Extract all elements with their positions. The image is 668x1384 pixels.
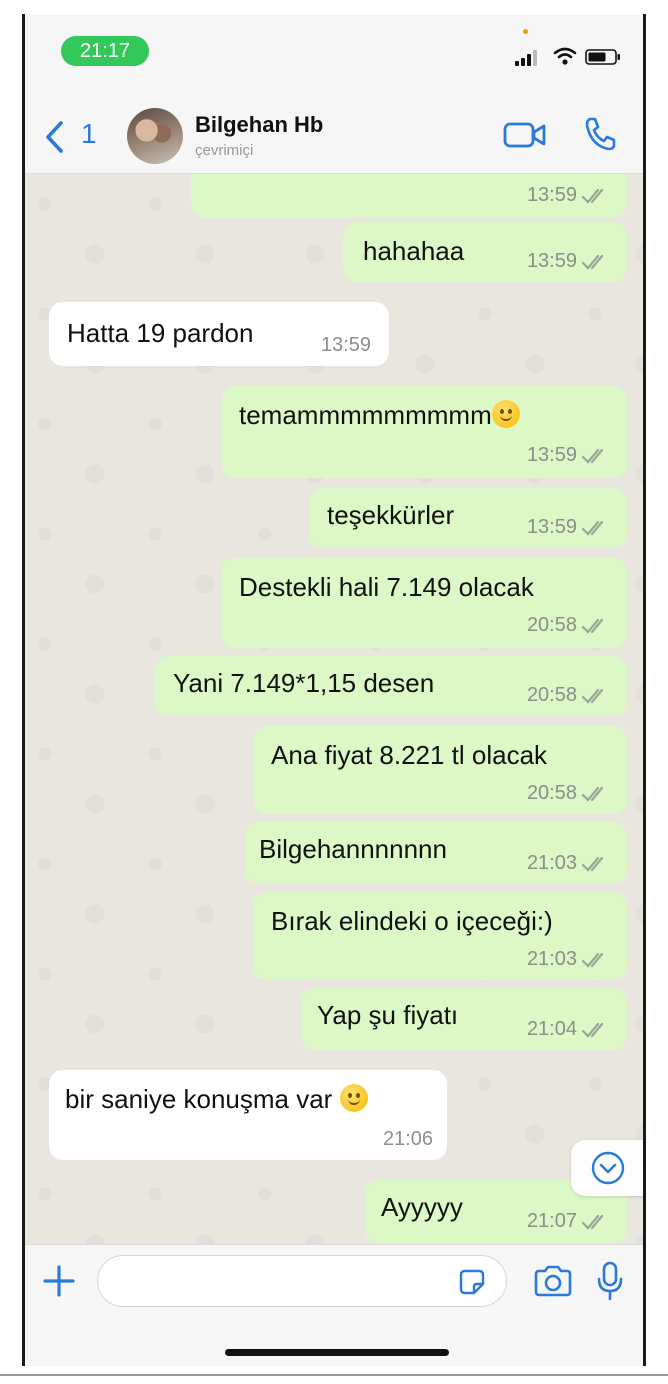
message-time: 13:59	[526, 250, 577, 272]
scroll-to-bottom-button[interactable]	[571, 1140, 643, 1196]
message-bubble-outgoing[interactable]: hahahaa 13:59	[343, 222, 627, 282]
message-bubble-incoming[interactable]: Hatta 19 pardon 13:59	[49, 302, 389, 366]
video-call-icon[interactable]	[503, 120, 547, 150]
message-text: Bırak elindeki o içeceği:)	[271, 906, 553, 936]
message-time: 21:06	[382, 1128, 433, 1150]
status-time[interactable]: 21:17	[61, 36, 149, 66]
wifi-icon	[553, 47, 577, 65]
message-text: Yani 7.149*1,15 desen	[173, 668, 435, 698]
double-check-icon	[581, 786, 604, 802]
message-text: hahahaa	[363, 236, 465, 266]
double-check-icon	[581, 1022, 604, 1038]
message-bubble-outgoing[interactable]: Yani 7.149*1,15 desen 20:58	[155, 656, 627, 716]
mic-indicator-dot	[523, 29, 528, 34]
message-time: 21:04	[526, 1018, 577, 1040]
message-bubble-outgoing[interactable]: temammmmmmmmm 13:59	[221, 386, 627, 478]
message-time: 20:58	[526, 684, 577, 706]
message-text: Hatta 19 pardon	[67, 318, 254, 348]
double-check-icon	[581, 188, 604, 204]
chat-area[interactable]: 13:59 hahahaa 13:59 Hatta 19 pardon 13:5…	[25, 174, 643, 1244]
double-check-icon	[581, 618, 604, 634]
plus-icon[interactable]	[41, 1263, 77, 1299]
message-input[interactable]	[97, 1255, 507, 1307]
message-bubble-outgoing[interactable]: Destekli hali 7.149 olacak 20:58	[221, 558, 627, 648]
sticker-icon[interactable]	[457, 1267, 487, 1297]
message-bubble-outgoing[interactable]: Yap şu fiyatı 21:04	[301, 988, 627, 1050]
message-time: 13:59	[526, 444, 577, 466]
chat-header: 1 Bilgehan Hb çevrimiçi	[25, 94, 643, 174]
message-time: 13:59	[526, 184, 577, 206]
home-indicator[interactable]	[225, 1349, 449, 1356]
message-time: 20:58	[526, 614, 577, 636]
signal-icon	[515, 50, 541, 66]
message-text: Yap şu fiyatı	[317, 1000, 459, 1030]
message-time: 20:58	[526, 782, 577, 804]
message-bubble-outgoing[interactable]: teşekkürler 13:59	[309, 488, 627, 548]
camera-icon[interactable]	[533, 1265, 573, 1297]
message-time: 21:03	[526, 852, 577, 874]
double-check-icon	[581, 254, 604, 270]
message-time: 13:59	[526, 516, 577, 538]
avatar[interactable]	[127, 108, 183, 164]
mic-icon[interactable]	[597, 1261, 623, 1301]
message-bubble-outgoing[interactable]: Ana fiyat 8.221 tl olacak 20:58	[253, 726, 627, 814]
message-time: 13:59	[320, 334, 371, 356]
chevron-down-icon	[591, 1151, 625, 1185]
message-bubble-outgoing[interactable]: Bilgehannnnnnn 21:03	[245, 822, 627, 884]
back-chevron-icon	[46, 121, 63, 153]
message-text: Destekli hali 7.149 olacak	[239, 572, 534, 602]
phone-call-icon[interactable]	[583, 116, 617, 152]
back-button[interactable]: 1	[43, 118, 103, 154]
message-text: temammmmmmmmm	[239, 400, 492, 430]
message-text: teşekkürler	[327, 500, 455, 530]
contact-status: çevrimiçi	[195, 142, 254, 159]
double-check-icon	[581, 688, 604, 704]
double-check-icon	[581, 952, 604, 968]
message-input-bar	[25, 1244, 643, 1366]
message-text: Ana fiyat 8.221 tl olacak	[271, 740, 548, 770]
battery-icon	[585, 49, 620, 65]
double-check-icon	[581, 520, 604, 536]
slightly-smiling-face-emoji	[491, 400, 520, 428]
message-time: 21:03	[526, 948, 577, 970]
message-text: Ayyyyy	[381, 1192, 463, 1222]
message-text: bir saniye konuşma var	[65, 1084, 333, 1114]
message-bubble-outgoing[interactable]: 13:59	[191, 174, 627, 218]
double-check-icon	[581, 448, 604, 464]
grinning-face-emoji	[339, 1084, 368, 1112]
message-time: 21:07	[526, 1210, 577, 1232]
double-check-icon	[581, 1214, 604, 1230]
divider	[0, 1374, 668, 1376]
status-bar: 21:17	[25, 14, 643, 94]
message-bubble-incoming[interactable]: bir saniye konuşma var 21:06	[49, 1070, 447, 1160]
contact-name[interactable]: Bilgehan Hb	[195, 112, 323, 138]
message-bubble-outgoing[interactable]: Bırak elindeki o içeceği:) 21:03	[253, 892, 627, 980]
double-check-icon	[581, 856, 604, 872]
message-text: Bilgehannnnnnn	[259, 834, 447, 864]
phone-screen: 21:17 1 Bilgehan Hb çevrimiçi 13:59 haha…	[22, 14, 646, 1366]
unread-count: 1	[81, 118, 97, 149]
